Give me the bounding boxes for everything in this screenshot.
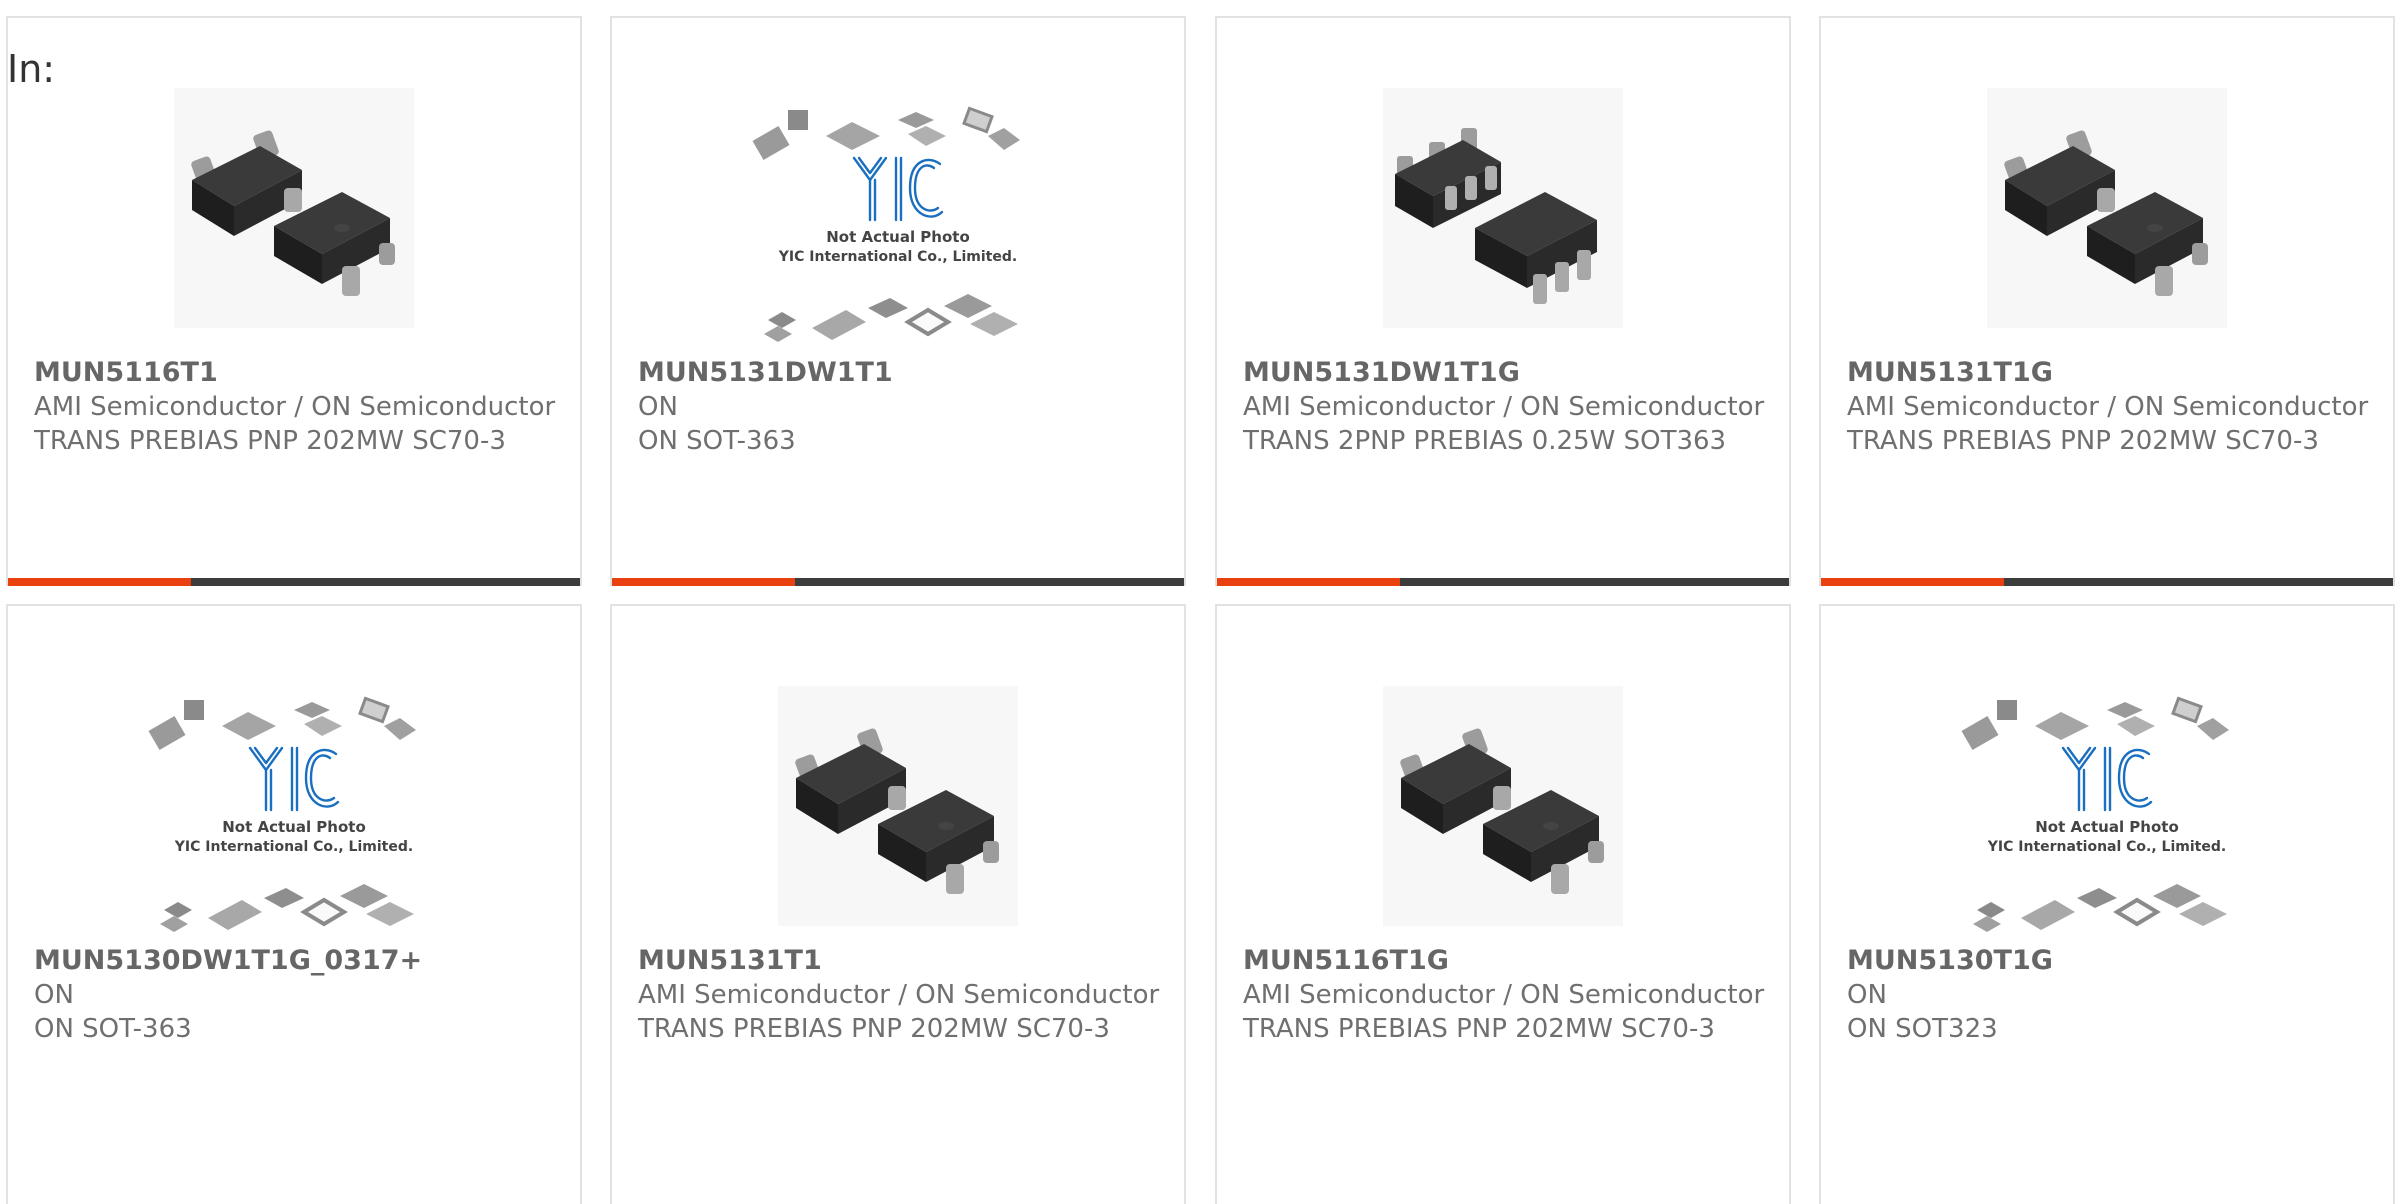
- product-info: MUN5130DW1T1G_0317+ ON ON SOT-363: [34, 944, 560, 1046]
- part-number-link[interactable]: MUN5131DW1T1G: [1243, 356, 1769, 390]
- description: TRANS 2PNP PREBIAS 0.25W SOT363: [1243, 426, 1727, 456]
- product-grid: MUN5116T1 AMI Semiconductor / ON Semicon…: [0, 0, 2400, 1204]
- placeholder-image[interactable]: Not Actual Photo YIC International Co., …: [748, 96, 1048, 356]
- card-bar-accent: [1217, 578, 1400, 586]
- description: ON SOT-363: [34, 1014, 192, 1044]
- manufacturer: AMI Semiconductor / ON Semiconductor: [1243, 392, 1765, 422]
- card-bar: [612, 578, 1184, 586]
- product-info: MUN5130T1G ON ON SOT323: [1847, 944, 2373, 1046]
- part-number-link[interactable]: MUN5130DW1T1G_0317+: [34, 944, 560, 978]
- placeholder-caption-1: Not Actual Photo: [222, 818, 366, 836]
- card-bar-accent: [8, 578, 191, 586]
- description: ON SOT-363: [638, 426, 796, 456]
- placeholder-image[interactable]: Not Actual Photo YIC International Co., …: [1957, 686, 2257, 946]
- product-image[interactable]: [1987, 88, 2227, 328]
- placeholder-image[interactable]: Not Actual Photo YIC International Co., …: [144, 686, 444, 946]
- product-card[interactable]: MUN5131T1G AMI Semiconductor / ON Semico…: [1819, 16, 2395, 586]
- part-number-link[interactable]: MUN5131DW1T1: [638, 356, 1164, 390]
- part-number-link[interactable]: MUN5116T1: [34, 356, 560, 390]
- product-info: MUN5131T1 AMI Semiconductor / ON Semicon…: [638, 944, 1164, 1046]
- product-card[interactable]: MUN5116T1 AMI Semiconductor / ON Semicon…: [6, 16, 582, 586]
- placeholder-caption-1: Not Actual Photo: [826, 228, 970, 246]
- product-info: MUN5116T1 AMI Semiconductor / ON Semicon…: [34, 356, 560, 458]
- part-number-link[interactable]: MUN5116T1G: [1243, 944, 1769, 978]
- description: TRANS PREBIAS PNP 202MW SC70-3: [1243, 1014, 1715, 1044]
- product-card[interactable]: Not Actual Photo YIC International Co., …: [1819, 604, 2395, 1204]
- manufacturer: AMI Semiconductor / ON Semiconductor: [1243, 980, 1765, 1010]
- part-number-link[interactable]: MUN5131T1G: [1847, 356, 2373, 390]
- placeholder-caption-1: Not Actual Photo: [2035, 818, 2179, 836]
- manufacturer: ON: [1847, 980, 1887, 1010]
- product-image[interactable]: [174, 88, 414, 328]
- filter-label: In:: [7, 47, 56, 91]
- manufacturer: AMI Semiconductor / ON Semiconductor: [1847, 392, 2369, 422]
- product-info: MUN5116T1G AMI Semiconductor / ON Semico…: [1243, 944, 1769, 1046]
- product-image[interactable]: [1383, 686, 1623, 926]
- description: ON SOT323: [1847, 1014, 1998, 1044]
- placeholder-caption-2: YIC International Co., Limited.: [778, 249, 1017, 265]
- part-number-link[interactable]: MUN5131T1: [638, 944, 1164, 978]
- manufacturer: ON: [34, 980, 74, 1010]
- manufacturer: ON: [638, 392, 678, 422]
- placeholder-caption-2: YIC International Co., Limited.: [174, 839, 413, 855]
- product-info: MUN5131T1G AMI Semiconductor / ON Semico…: [1847, 356, 2373, 458]
- product-image[interactable]: [778, 686, 1018, 926]
- manufacturer: AMI Semiconductor / ON Semiconductor: [638, 980, 1160, 1010]
- product-image[interactable]: [1383, 88, 1623, 328]
- product-card[interactable]: Not Actual Photo YIC International Co., …: [6, 604, 582, 1204]
- card-bar: [1821, 578, 2393, 586]
- description: TRANS PREBIAS PNP 202MW SC70-3: [34, 426, 506, 456]
- product-card[interactable]: Not Actual Photo YIC International Co., …: [610, 16, 1186, 586]
- manufacturer: AMI Semiconductor / ON Semiconductor: [34, 392, 556, 422]
- card-bar: [8, 578, 580, 586]
- product-card[interactable]: MUN5131DW1T1G AMI Semiconductor / ON Sem…: [1215, 16, 1791, 586]
- product-info: MUN5131DW1T1 ON ON SOT-363: [638, 356, 1164, 458]
- placeholder-caption-2: YIC International Co., Limited.: [1987, 839, 2226, 855]
- description: TRANS PREBIAS PNP 202MW SC70-3: [1847, 426, 2319, 456]
- card-bar-accent: [612, 578, 795, 586]
- product-card[interactable]: MUN5131T1 AMI Semiconductor / ON Semicon…: [610, 604, 1186, 1204]
- product-info: MUN5131DW1T1G AMI Semiconductor / ON Sem…: [1243, 356, 1769, 458]
- product-card[interactable]: MUN5116T1G AMI Semiconductor / ON Semico…: [1215, 604, 1791, 1204]
- card-bar-accent: [1821, 578, 2004, 586]
- card-bar: [1217, 578, 1789, 586]
- description: TRANS PREBIAS PNP 202MW SC70-3: [638, 1014, 1110, 1044]
- part-number-link[interactable]: MUN5130T1G: [1847, 944, 2373, 978]
